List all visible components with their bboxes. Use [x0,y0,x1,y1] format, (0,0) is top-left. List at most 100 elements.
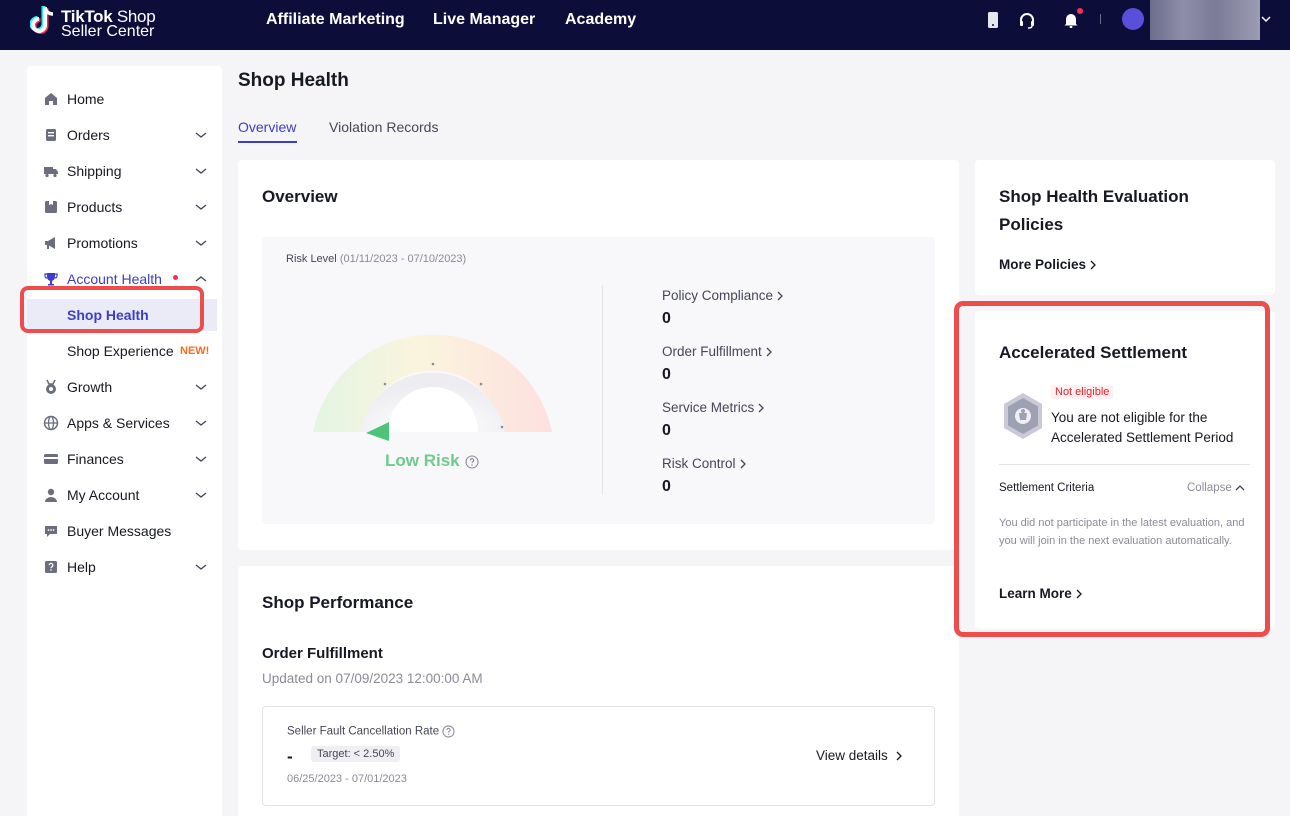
active-tab-indicator [238,141,297,143]
home-icon [45,93,57,105]
view-details-label: View details [816,748,888,763]
question-circle-icon[interactable] [465,455,479,469]
metric-policy-compliance-value: 0 [662,310,671,327]
metric-value: - [287,747,293,766]
page-title: Shop Health [238,70,349,91]
metric-service-metrics-link[interactable]: Service Metrics [662,400,765,415]
sidebar-item-account-health[interactable]: Account Health [27,263,222,295]
chevron-down-icon [195,564,207,570]
metric-order-fulfillment-link[interactable]: Order Fulfillment [662,344,773,359]
truck-icon [44,167,58,178]
sidebar-item-apps-services[interactable]: Apps & Services [27,407,222,439]
avatar[interactable] [1122,8,1144,30]
chevron-down-icon [195,132,207,138]
chevron-right-icon [740,459,746,469]
chevron-right-icon [766,347,772,357]
status-badge: Not eligible [1051,385,1114,399]
sidebar-item-orders[interactable]: Orders [27,119,222,151]
chevron-down-icon[interactable] [1260,12,1272,26]
sidebar-item-promotions[interactable]: Promotions [27,227,222,259]
chat-icon [45,526,57,537]
metric-risk-control-link[interactable]: Risk Control [662,456,747,471]
sidebar-item-products[interactable]: Products [27,191,222,223]
metric-label: Service Metrics [662,400,755,415]
brand-subtitle: Seller Center [61,23,155,40]
sidebar-item-label: Growth [67,379,113,395]
risk-period: (01/11/2023 - 07/10/2023) [339,253,467,265]
accelerated-settlement-title: Accelerated Settlement [999,343,1188,362]
mobile-icon[interactable] [983,10,1003,30]
chevron-right-icon [777,291,783,301]
chevron-down-icon [195,384,207,390]
policies-title: Shop Health Evaluation Policies [999,187,1189,234]
sidebar-item-buyer-messages[interactable]: Buyer Messages [27,515,222,547]
settlement-badge-icon [1004,393,1042,439]
shop-performance-title: Shop Performance [262,593,414,612]
more-policies-link[interactable]: More Policies [999,257,1097,272]
globe-icon [43,415,59,431]
view-details-link[interactable]: View details [816,748,903,763]
topbar-divider [1100,14,1101,24]
chevron-right-icon [1090,260,1096,270]
risk-divider [602,285,603,495]
sidebar-item-label: Orders [67,127,110,143]
notification-dot [1077,8,1083,14]
chevron-down-icon [195,240,207,246]
box-icon [45,201,57,213]
risk-level-label: Risk Level (01/11/2023 - 07/10/2023) [286,253,466,265]
learn-more-link[interactable]: Learn More [999,586,1083,601]
question-circle-icon[interactable] [442,725,455,738]
risk-level-text: Risk Level [286,253,337,265]
collapse-label: Collapse [1187,482,1232,494]
metric-label: Order Fulfillment [662,344,762,359]
risk-status: Low Risk [385,451,460,470]
nav-live-manager[interactable]: Live Manager [433,11,535,29]
eligibility-message: You are not eligible for the Accelerated… [1051,410,1234,445]
chevron-down-icon [195,456,207,462]
collapse-toggle[interactable]: Collapse [1187,482,1245,494]
sidebar-subitem-shop-health[interactable]: Shop Health [27,299,217,331]
new-badge: NEW! [180,345,210,357]
person-icon [45,488,57,502]
sidebar-item-growth[interactable]: Growth [27,371,222,403]
performance-metric-box: Seller Fault Cancellation Rate - Target:… [262,706,935,806]
metric-date-range: 06/25/2023 - 07/01/2023 [287,773,407,785]
sidebar-item-label: Home [67,91,105,107]
settlement-divider [999,464,1250,465]
tiktok-logo-icon [30,6,54,34]
chevron-right-icon [896,751,902,761]
sidebar-subitem-label: Shop Experience [67,343,174,359]
tiktok-shop-logo[interactable]: TikTok Shop Seller Center [30,4,160,44]
metric-label: Policy Compliance [662,288,774,303]
overview-title: Overview [262,187,338,206]
sidebar-item-label: Buyer Messages [67,523,172,539]
sidebar-item-label: Finances [67,451,124,467]
headset-icon[interactable] [1017,10,1037,30]
account-health-alert-dot [173,275,178,280]
account-name-redacted[interactable] [1150,0,1260,40]
sidebar-item-my-account[interactable]: My Account [27,479,222,511]
tab-violation-records[interactable]: Violation Records [329,119,438,135]
orders-icon [46,129,56,141]
medal-icon [46,379,56,394]
settlement-criteria-label: Settlement Criteria [999,482,1095,494]
nav-academy[interactable]: Academy [565,11,636,29]
risk-level-panel: Risk Level (01/11/2023 - 07/10/2023) Low… [262,237,935,524]
sidebar-item-label: Shipping [67,163,122,179]
sidebar-subitem-shop-experience[interactable]: Shop Experience NEW! [27,335,217,367]
chevron-down-icon [195,420,207,426]
sidebar-item-label: My Account [67,487,140,503]
nav-affiliate-marketing[interactable]: Affiliate Marketing [266,11,405,29]
sidebar-item-home[interactable]: Home [27,83,222,115]
sidebar-item-label: Help [67,559,96,575]
updated-timestamp: Updated on 07/09/2023 12:00:00 AM [262,671,483,686]
criteria-description: You did not participate in the latest ev… [999,517,1245,547]
sidebar-item-finances[interactable]: Finances [27,443,222,475]
sidebar-item-help[interactable]: Help [27,551,222,583]
sidebar-item-label: Promotions [67,235,138,251]
tab-overview[interactable]: Overview [238,119,296,135]
target-badge: Target: < 2.50% [311,746,401,762]
metric-label: Seller Fault Cancellation Rate [287,725,455,738]
metric-policy-compliance-link[interactable]: Policy Compliance [662,288,784,303]
sidebar-item-shipping[interactable]: Shipping [27,155,222,187]
